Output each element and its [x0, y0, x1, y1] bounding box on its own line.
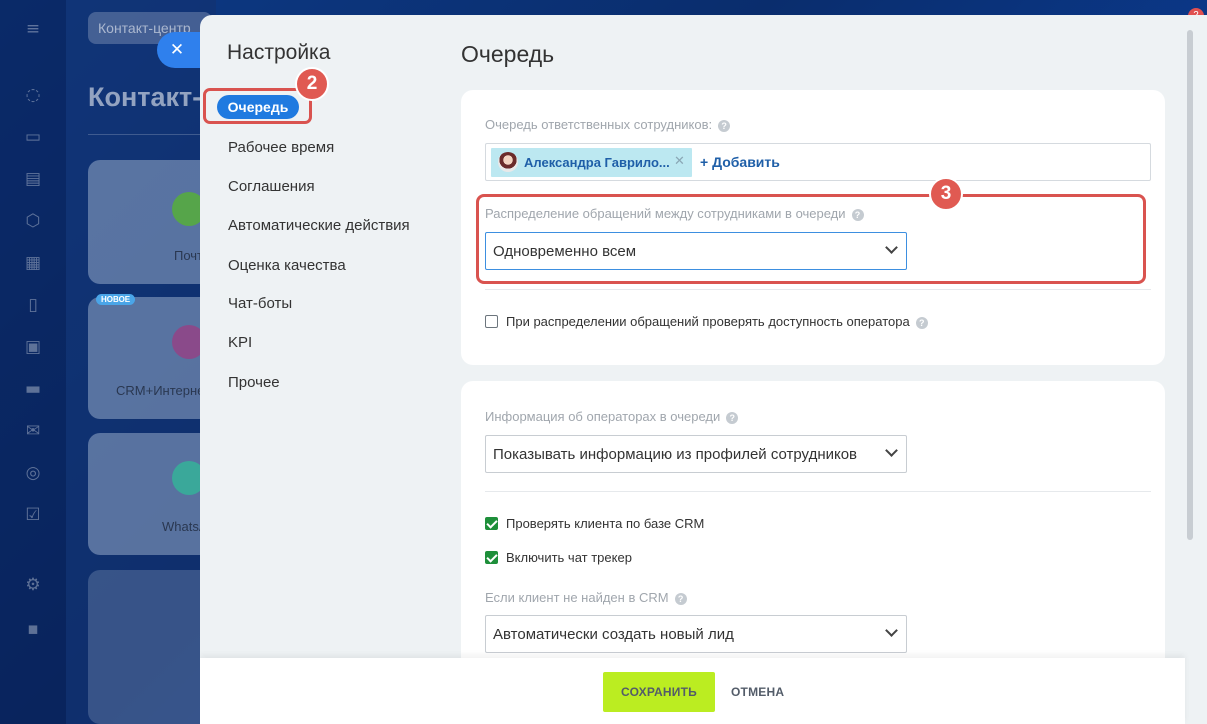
user-chip[interactable]: Александра Гаврило... ✕: [491, 148, 692, 177]
not-found-value: Автоматически создать новый лид: [493, 626, 734, 643]
operators-card: Информация об операторах в очереди? Пока…: [461, 381, 1165, 681]
settings-title: Настройка: [227, 41, 331, 64]
step-badge-2: 2: [295, 67, 329, 101]
add-user-button[interactable]: + Добавить: [700, 154, 780, 170]
footer: СОХРАНИТЬ ОТМЕНА: [200, 658, 1185, 724]
check-crm-checkbox[interactable]: [485, 517, 498, 530]
page-title: Очередь: [461, 41, 555, 67]
avatar: [498, 152, 518, 172]
not-found-label-text: Если клиент не найден в CRM: [485, 590, 669, 605]
background-card-whatsapp[interactable]: WhatsApp: [88, 433, 222, 555]
tasks-icon[interactable]: ☑: [22, 504, 44, 526]
mail-icon[interactable]: ✉: [22, 420, 44, 442]
help-icon[interactable]: ?: [726, 412, 739, 424]
cancel-button[interactable]: ОТМЕНА: [731, 672, 784, 712]
left-rail: ≡ ◌ ▭ ▤ ⬡ ▦ ▯ ▣ ▬ ✉ ◎ ☑ ⚙ ▪: [0, 0, 66, 724]
background-card-shop[interactable]: CRM+Интернет-магазин: [88, 297, 262, 419]
remove-user-icon[interactable]: ✕: [674, 154, 685, 169]
users-field[interactable]: Александра Гаврило... ✕ + Добавить: [485, 143, 1151, 181]
nav-item-queue[interactable]: Очередь: [217, 95, 299, 119]
nav-item-agreements[interactable]: Соглашения: [228, 178, 315, 195]
users-icon[interactable]: ◎: [22, 462, 44, 484]
board-icon[interactable]: ▣: [22, 336, 44, 358]
user-chip-name: Александра Гаврило...: [524, 155, 670, 170]
nav-item-auto-actions[interactable]: Автоматические действия: [228, 217, 410, 234]
check-availability-checkbox[interactable]: [485, 315, 498, 328]
new-badge: НОВОЕ: [96, 294, 136, 305]
chat-tracker-label: Включить чат трекер: [506, 550, 632, 565]
users-label-text: Очередь ответственных сотрудников:: [485, 117, 713, 132]
highlight-distribution: [476, 194, 1146, 284]
not-found-label: Если клиент не найден в CRM?: [485, 590, 687, 605]
step-badge-3: 3: [929, 177, 963, 211]
check-availability-row[interactable]: При распределении обращений проверять до…: [485, 314, 928, 329]
nav-item-working-time[interactable]: Рабочее время: [228, 139, 334, 156]
operator-info-select[interactable]: Показывать информацию из профилей сотруд…: [485, 435, 907, 473]
help-icon[interactable]: ?: [915, 317, 928, 329]
calendar-icon[interactable]: ▦: [22, 252, 44, 274]
help-icon[interactable]: ?: [674, 593, 687, 605]
check-crm-label: Проверять клиента по базе CRM: [506, 516, 705, 531]
close-icon: ✕: [169, 40, 185, 60]
settings-slider: Настройка Очередь 2 Рабочее время Соглаш…: [200, 15, 1207, 724]
divider: [485, 289, 1151, 290]
extra-icon[interactable]: ▪: [22, 618, 44, 640]
chat-tracker-row[interactable]: Включить чат трекер: [485, 550, 632, 565]
card-icon[interactable]: ▬: [22, 378, 44, 400]
users-label: Очередь ответственных сотрудников:?: [485, 117, 731, 132]
nav-item-chatbots[interactable]: Чат-боты: [228, 295, 292, 312]
close-slider-button[interactable]: ✕: [157, 32, 201, 68]
background-card-mail[interactable]: Почта: [88, 160, 218, 284]
chat-tracker-checkbox[interactable]: [485, 551, 498, 564]
help-icon[interactable]: ?: [718, 120, 731, 132]
chevron-down-icon: [885, 624, 898, 637]
scrollbar[interactable]: [1187, 30, 1193, 540]
not-found-select[interactable]: Автоматически создать новый лид: [485, 615, 907, 653]
check-crm-row[interactable]: Проверять клиента по базе CRM: [485, 516, 704, 531]
info-label: Информация об операторах в очереди?: [485, 409, 739, 424]
background-card-more[interactable]: [88, 570, 218, 724]
operator-info-value: Показывать информацию из профилей сотруд…: [493, 446, 858, 463]
settings-icon[interactable]: ⚙: [22, 574, 44, 596]
hexagon-icon[interactable]: ⬡: [22, 210, 44, 232]
nav-item-other[interactable]: Прочее: [228, 374, 280, 391]
chevron-down-icon: [885, 444, 898, 457]
save-button[interactable]: СОХРАНИТЬ: [603, 672, 715, 712]
rail-icon-1[interactable]: ◌: [22, 84, 44, 106]
check-availability-label: При распределении обращений проверять до…: [506, 314, 910, 329]
divider: [485, 491, 1151, 492]
nav-item-kpi[interactable]: KPI: [228, 334, 252, 351]
feed-icon[interactable]: ▤: [22, 168, 44, 190]
chat-icon[interactable]: ▭: [22, 126, 44, 148]
divider: [88, 134, 208, 135]
info-label-text: Информация об операторах в очереди: [485, 409, 721, 424]
menu-icon[interactable]: ≡: [22, 18, 44, 40]
document-icon[interactable]: ▯: [22, 294, 44, 316]
nav-item-quality[interactable]: Оценка качества: [228, 257, 346, 274]
